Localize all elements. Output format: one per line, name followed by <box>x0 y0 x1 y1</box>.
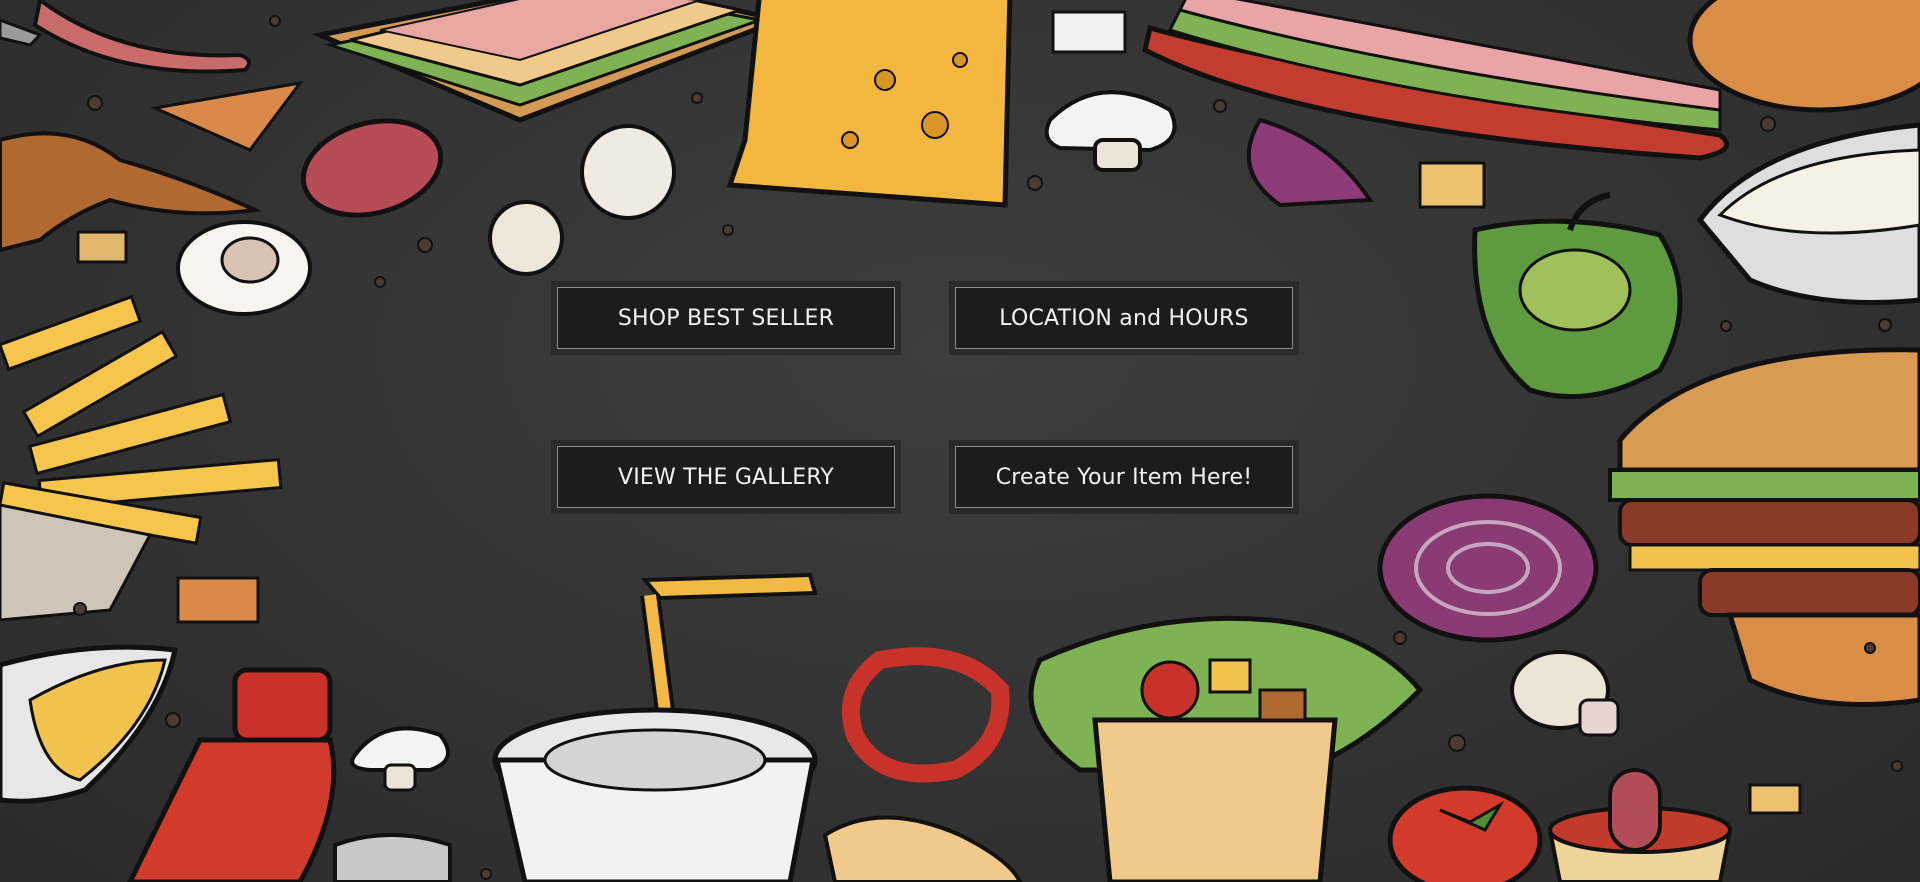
mushroom-illustration <box>350 726 450 792</box>
red-onion-illustration <box>1377 493 1599 643</box>
french-fries-illustration <box>0 294 283 622</box>
sausage-fork-illustration <box>0 0 251 74</box>
view-gallery-button[interactable]: VIEW THE GALLERY <box>551 440 901 514</box>
wrap-illustration <box>1028 615 1424 882</box>
salami-slice-illustration <box>300 118 444 218</box>
crouton-illustration <box>76 230 128 264</box>
green-pepper-illustration <box>1472 192 1683 400</box>
drink-cup-illustration <box>492 572 818 882</box>
cheese-illustration <box>726 0 1013 208</box>
egg-illustration <box>176 220 312 316</box>
salt-shaker-illustration <box>333 833 452 882</box>
onion-slice-illustration <box>1246 117 1374 208</box>
create-item-button[interactable]: Create Your Item Here! <box>949 440 1299 514</box>
location-hours-label: LOCATION and HOURS <box>955 287 1293 349</box>
shop-best-seller-button[interactable]: SHOP BEST SELLER <box>551 281 901 355</box>
red-pepper-ring-illustration <box>841 647 1010 783</box>
crouton-illustration <box>1748 783 1802 815</box>
tomato-illustration <box>1387 785 1543 882</box>
chip-illustration <box>149 80 304 152</box>
ketchup-bottle-illustration <box>127 667 337 882</box>
crouton-illustration <box>1418 161 1486 209</box>
create-item-label: Create Your Item Here! <box>955 446 1293 508</box>
cream-ball-illustration <box>580 124 676 220</box>
bread-roll-illustration <box>1687 0 1920 113</box>
cube-illustration <box>1051 10 1127 54</box>
shop-best-seller-label: SHOP BEST SELLER <box>557 287 895 349</box>
view-gallery-label: VIEW THE GALLERY <box>557 446 895 508</box>
dip-bowl-illustration <box>1696 122 1920 305</box>
sandwich-illustration <box>311 0 789 123</box>
sub-sandwich-illustration <box>1142 0 1730 161</box>
burrito-illustration <box>822 815 1023 882</box>
location-hours-button[interactable]: LOCATION and HOURS <box>949 281 1299 355</box>
sauce-cup-illustration <box>1547 768 1733 882</box>
mushroom-illustration <box>1044 90 1177 172</box>
mushroom-illustration <box>1510 650 1620 737</box>
crouton-illustration <box>176 576 260 624</box>
cream-ball-illustration <box>488 200 564 276</box>
